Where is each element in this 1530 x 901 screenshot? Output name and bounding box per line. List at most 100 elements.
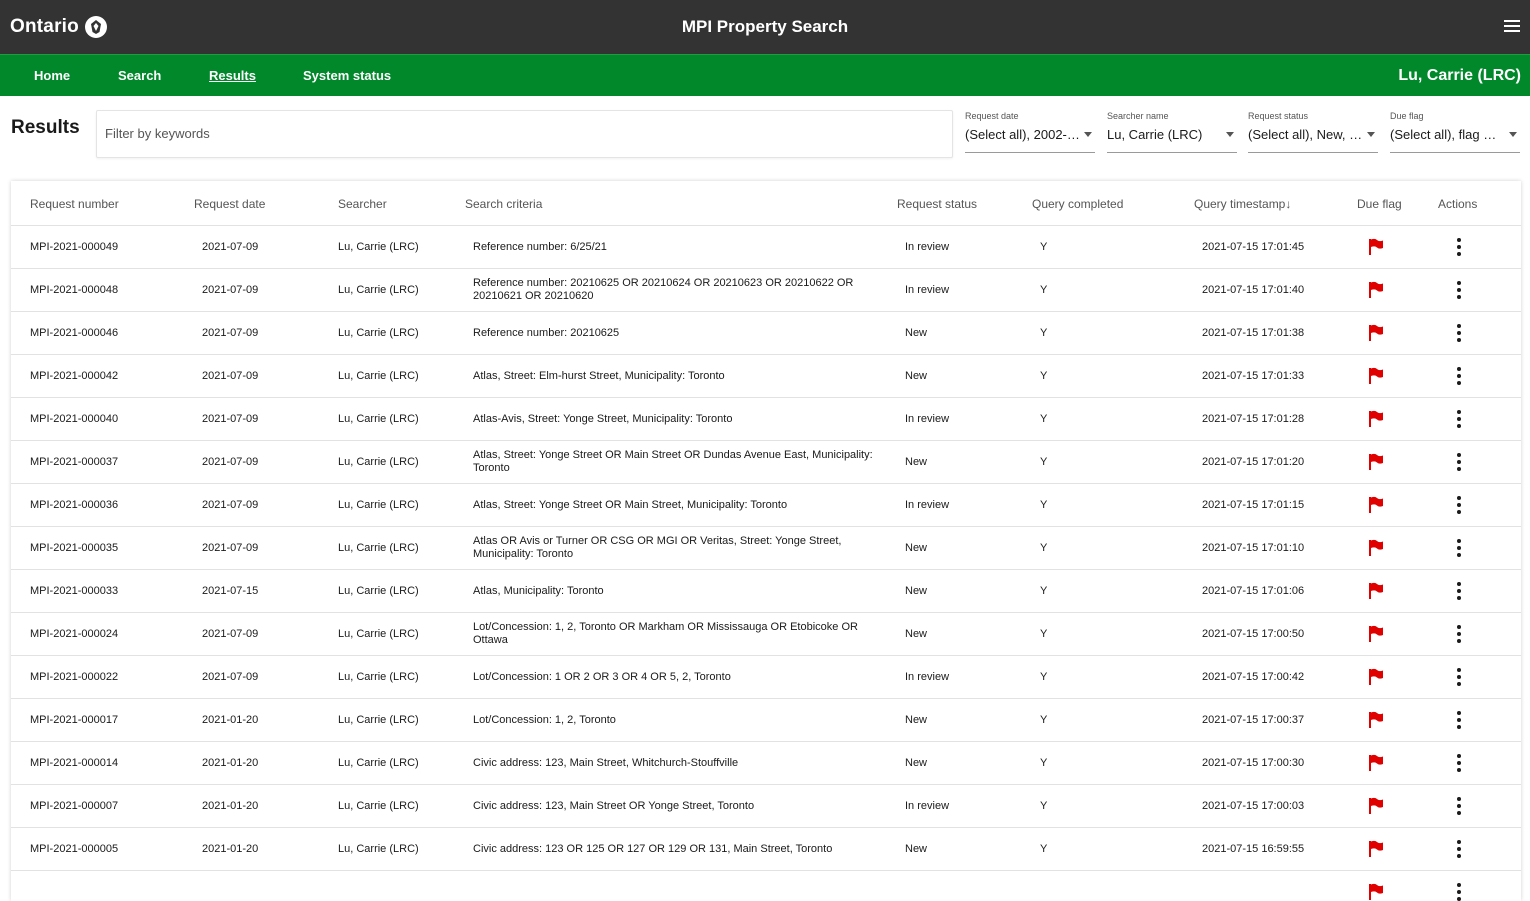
more-vertical-icon[interactable] bbox=[1451, 365, 1467, 387]
red-flag-icon bbox=[1368, 281, 1384, 299]
more-vertical-icon[interactable] bbox=[1451, 494, 1467, 516]
more-vertical-icon[interactable] bbox=[1451, 322, 1467, 344]
table-row[interactable]: MPI-2021-000024 2021-07-09 Lu, Carrie (LRC… bbox=[11, 613, 1521, 656]
more-vertical-icon[interactable] bbox=[1451, 838, 1467, 860]
cell-request-number: MPI-2021-000036 bbox=[30, 498, 119, 511]
cell-query-completed: Y bbox=[1040, 369, 1048, 382]
cell-query-timestamp: 2021-07-15 17:00:42 bbox=[1202, 670, 1305, 683]
col-request-number[interactable]: Request number bbox=[30, 197, 119, 211]
cell-request-status: In review bbox=[905, 799, 950, 812]
col-query-timestamp[interactable]: Query timestamp↓ bbox=[1194, 197, 1291, 211]
table-header: Request number Request date Searcher Sea… bbox=[11, 181, 1521, 226]
filter-value: Lu, Carrie (LRC) bbox=[1107, 127, 1203, 142]
cell-query-timestamp: 2021-07-15 17:00:03 bbox=[1202, 799, 1305, 812]
col-request-date[interactable]: Request date bbox=[194, 197, 265, 211]
table-row[interactable]: MPI-2021-000036 2021-07-09 Lu, Carrie (LRC… bbox=[11, 484, 1521, 527]
cell-request-date: 2021-01-20 bbox=[202, 713, 259, 726]
request-date-filter[interactable]: Request date (Select all), 2002-… bbox=[965, 110, 1095, 153]
cell-query-timestamp: 2021-07-15 17:01:28 bbox=[1202, 412, 1305, 425]
cell-request-date: 2021-01-20 bbox=[202, 756, 259, 769]
cell-search-criteria: Lot/Concession: 1, 2, Toronto bbox=[473, 713, 616, 726]
table-row[interactable]: MPI-2021-000017 2021-01-20 Lu, Carrie (LRC… bbox=[11, 699, 1521, 742]
table-row[interactable]: MPI-2021-000040 2021-07-09 Lu, Carrie (LRC… bbox=[11, 398, 1521, 441]
red-flag-icon bbox=[1368, 582, 1384, 600]
filter-value: (Select all), New, I… bbox=[1248, 127, 1363, 142]
filter-value: (Select all), flag R… bbox=[1390, 127, 1505, 142]
cell-query-timestamp: 2021-07-15 17:01:20 bbox=[1202, 455, 1305, 468]
more-vertical-icon[interactable] bbox=[1451, 752, 1467, 774]
cell-search-criteria: Atlas, Street: Elm-hurst Street, Municip… bbox=[473, 369, 725, 382]
current-user[interactable]: Lu, Carrie (LRC) bbox=[1398, 67, 1521, 85]
hamburger-menu-icon[interactable] bbox=[1504, 20, 1520, 34]
cell-query-completed bbox=[1040, 871, 1160, 901]
more-vertical-icon[interactable] bbox=[1451, 236, 1467, 258]
cell-request-status: New bbox=[905, 584, 928, 597]
cell-query-completed: Y bbox=[1040, 842, 1048, 855]
table-row[interactable]: MPI-2021-000042 2021-07-09 Lu, Carrie (LRC… bbox=[11, 355, 1521, 398]
due-flag-filter[interactable]: Due flag (Select all), flag R… bbox=[1390, 110, 1520, 153]
table-row[interactable]: MPI-2021-000035 2021-07-09 Lu, Carrie (LRC… bbox=[11, 527, 1521, 570]
col-due-flag[interactable]: Due flag bbox=[1357, 197, 1402, 211]
cell-request-number: MPI-2021-000046 bbox=[30, 326, 119, 339]
table-row[interactable]: MPI-2021-000048 2021-07-09 Lu, Carrie (LRC… bbox=[11, 269, 1521, 312]
more-vertical-icon[interactable] bbox=[1451, 881, 1467, 901]
table-row[interactable]: MPI-2021-000014 2021-01-20 Lu, Carrie (LRC… bbox=[11, 742, 1521, 785]
table-row[interactable]: MPI-2021-000037 2021-07-09 Lu, Carrie (LRC… bbox=[11, 441, 1521, 484]
keyword-filter-input[interactable] bbox=[105, 126, 935, 141]
top-bar: Ontario MPI Property Search bbox=[0, 0, 1530, 54]
nav-system-status[interactable]: System status bbox=[303, 68, 391, 83]
cell-search-criteria: Lot/Concession: 1, 2, Toronto OR Markham… bbox=[473, 621, 858, 646]
filter-label: Request status bbox=[1248, 111, 1309, 121]
table-row[interactable]: MPI-2021-000049 2021-07-09 Lu, Carrie (LRC… bbox=[11, 226, 1521, 269]
searcher-name-filter[interactable]: Searcher name Lu, Carrie (LRC) bbox=[1107, 110, 1237, 153]
nav-search[interactable]: Search bbox=[118, 68, 161, 83]
more-vertical-icon[interactable] bbox=[1451, 666, 1467, 688]
col-query-completed[interactable]: Query completed bbox=[1032, 197, 1123, 211]
cell-request-date: 2021-07-15 bbox=[202, 584, 259, 597]
cell-searcher: Lu, Carrie (LRC) bbox=[338, 240, 419, 253]
cell-searcher: Lu, Carrie (LRC) bbox=[338, 627, 419, 640]
nav-home[interactable]: Home bbox=[34, 68, 70, 83]
table-row[interactable]: MPI-2021-000033 2021-07-15 Lu, Carrie (LRC… bbox=[11, 570, 1521, 613]
red-flag-icon bbox=[1368, 453, 1384, 471]
request-status-filter[interactable]: Request status (Select all), New, I… bbox=[1248, 110, 1378, 153]
table-row[interactable] bbox=[11, 871, 1521, 901]
red-flag-icon bbox=[1368, 539, 1384, 557]
more-vertical-icon[interactable] bbox=[1451, 795, 1467, 817]
cell-request-status: In review bbox=[905, 670, 950, 683]
more-vertical-icon[interactable] bbox=[1451, 408, 1467, 430]
cell-query-completed: Y bbox=[1040, 240, 1048, 253]
more-vertical-icon[interactable] bbox=[1451, 451, 1467, 473]
cell-query-timestamp: 2021-07-15 17:01:33 bbox=[1202, 369, 1305, 382]
more-vertical-icon[interactable] bbox=[1451, 580, 1467, 602]
keyword-filter[interactable] bbox=[96, 110, 953, 158]
cell-query-completed: Y bbox=[1040, 326, 1048, 339]
cell-searcher: Lu, Carrie (LRC) bbox=[338, 842, 419, 855]
cell-request-number: MPI-2021-000033 bbox=[30, 584, 119, 597]
dropdown-caret-icon bbox=[1084, 132, 1092, 137]
filter-label: Request date bbox=[965, 111, 1019, 121]
cell-search-criteria: Atlas, Municipality: Toronto bbox=[473, 584, 604, 597]
more-vertical-icon[interactable] bbox=[1451, 279, 1467, 301]
col-request-status[interactable]: Request status bbox=[897, 197, 977, 211]
red-flag-icon bbox=[1368, 840, 1384, 858]
cell-query-completed: Y bbox=[1040, 541, 1048, 554]
more-vertical-icon[interactable] bbox=[1451, 709, 1467, 731]
col-search-criteria[interactable]: Search criteria bbox=[465, 197, 542, 211]
more-vertical-icon[interactable] bbox=[1451, 623, 1467, 645]
cell-searcher bbox=[338, 871, 458, 901]
cell-request-date: 2021-07-09 bbox=[202, 541, 259, 554]
more-vertical-icon[interactable] bbox=[1451, 537, 1467, 559]
table-row[interactable]: MPI-2021-000007 2021-01-20 Lu, Carrie (LRC… bbox=[11, 785, 1521, 828]
nav-results[interactable]: Results bbox=[209, 68, 256, 83]
col-searcher[interactable]: Searcher bbox=[338, 197, 387, 211]
table-row[interactable]: MPI-2021-000005 2021-01-20 Lu, Carrie (LRC… bbox=[11, 828, 1521, 871]
cell-request-number: MPI-2021-000022 bbox=[30, 670, 119, 683]
cell-search-criteria: Civic address: 123 OR 125 OR 127 OR 129 … bbox=[473, 842, 833, 855]
cell-query-timestamp: 2021-07-15 17:00:30 bbox=[1202, 756, 1305, 769]
table-row[interactable]: MPI-2021-000046 2021-07-09 Lu, Carrie (LRC… bbox=[11, 312, 1521, 355]
table-row[interactable]: MPI-2021-000022 2021-07-09 Lu, Carrie (LRC… bbox=[11, 656, 1521, 699]
cell-request-date bbox=[202, 871, 322, 901]
cell-search-criteria: Atlas, Street: Yonge Street OR Main Stre… bbox=[473, 449, 873, 474]
cell-search-criteria: Lot/Concession: 1 OR 2 OR 3 OR 4 OR 5, 2… bbox=[473, 670, 731, 683]
